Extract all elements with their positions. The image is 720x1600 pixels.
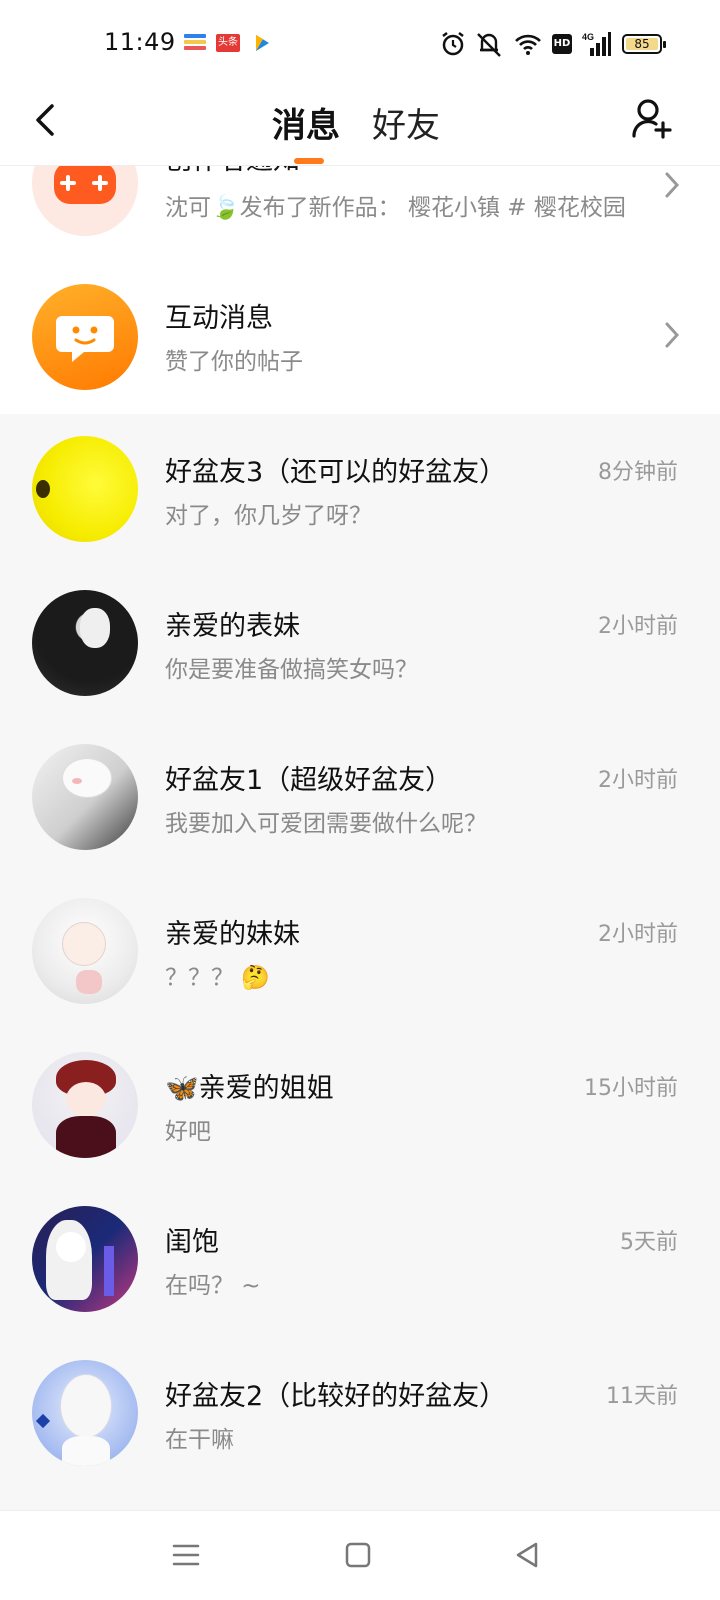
chat-time: 2小时前 — [598, 768, 678, 793]
chat-row[interactable]: 亲爱的妹妹 ？？？ 🤔 2小时前 — [0, 880, 720, 1034]
toutiao-app-icon: 头条 — [216, 34, 240, 52]
avatar — [32, 1052, 138, 1158]
chat-preview: 我要加入可爱团需要做什么呢？ — [165, 811, 487, 837]
chat-preview: 你是要准备做搞笑女吗？ — [165, 657, 418, 683]
top-nav: 消息 好友 — [0, 88, 720, 166]
chat-row[interactable]: 亲爱的表妹 你是要准备做搞笑女吗？ 2小时前 — [0, 572, 720, 726]
chat-time: 5天前 — [620, 1230, 678, 1255]
chat-name: 好盆友3（还可以的好盆友） — [165, 457, 507, 488]
tab-friends[interactable]: 好友 — [372, 98, 440, 147]
add-friend-icon[interactable] — [630, 96, 674, 140]
menu-icon[interactable] — [168, 1537, 204, 1573]
chat-preview: ？？？ 🤔 — [165, 965, 270, 991]
chevron-right-icon — [665, 172, 680, 198]
chat-time: 8分钟前 — [598, 460, 678, 485]
notification-subtitle: 赞了你的帖子 — [165, 349, 303, 375]
chat-name: 🦋亲爱的姐姐 — [165, 1073, 334, 1104]
chat-time: 2小时前 — [598, 922, 678, 947]
chat-row[interactable]: 好盆友3（还可以的好盆友） 对了，你几岁了呀？ 8分钟前 — [0, 418, 720, 572]
wallet-app-icon — [184, 34, 206, 52]
chat-bubble-icon — [56, 316, 114, 362]
hd-icon: HD — [552, 34, 572, 54]
back-chevron-icon[interactable] — [26, 98, 70, 142]
video-app-icon — [256, 35, 269, 51]
notification-subtitle: 沈可🍃发布了新作品： 樱花小镇 # 樱花校园 — [165, 195, 626, 221]
active-tab-indicator — [294, 158, 324, 164]
signal-4g-icon: 4G — [582, 32, 611, 56]
chat-time: 15小时前 — [584, 1076, 678, 1101]
chevron-right-icon — [665, 322, 680, 348]
chat-preview: 好吧 — [165, 1119, 211, 1145]
avatar — [32, 1206, 138, 1312]
chat-preview: 在吗？ ~ — [165, 1273, 261, 1299]
chat-row[interactable]: 闺饱 在吗？ ~ 5天前 — [0, 1188, 720, 1342]
chat-row[interactable]: 🦋亲爱的姐姐 好吧 15小时前 — [0, 1034, 720, 1188]
avatar — [32, 436, 138, 542]
avatar — [32, 1360, 138, 1466]
chat-list: 好盆友3（还可以的好盆友） 对了，你几岁了呀？ 8分钟前 亲爱的表妹 你是要准备… — [0, 414, 720, 1510]
chat-preview: 对了，你几岁了呀？ — [165, 503, 372, 529]
chat-name: 闺饱 — [165, 1227, 219, 1258]
avatar — [32, 590, 138, 696]
avatar — [32, 898, 138, 1004]
chat-time: 11天前 — [606, 1384, 678, 1409]
chat-name: 亲爱的表妹 — [165, 611, 300, 642]
interaction-notification-row[interactable]: 互动消息 赞了你的帖子 — [0, 262, 720, 414]
avatar — [32, 744, 138, 850]
home-square-icon[interactable] — [340, 1537, 376, 1573]
battery-level: 85 — [634, 37, 650, 51]
system-nav-bar — [0, 1510, 720, 1600]
back-triangle-icon[interactable] — [510, 1537, 546, 1573]
chat-name: 亲爱的妹妹 — [165, 919, 300, 950]
notification-title: 互动消息 — [165, 303, 273, 334]
svg-text:4G: 4G — [582, 32, 594, 42]
wifi-icon — [515, 34, 541, 55]
chat-name: 好盆友2（比较好的好盆友） — [165, 1381, 507, 1412]
chat-row[interactable]: 好盆友1（超级好盆友） 我要加入可爱团需要做什么呢？ 2小时前 — [0, 726, 720, 880]
battery-icon: 85 — [622, 34, 666, 54]
chat-name: 好盆友1（超级好盆友） — [165, 765, 453, 796]
alarm-icon — [442, 32, 464, 56]
status-bar: 11:49 头条 HD 4G 85 — [0, 0, 720, 88]
tab-messages[interactable]: 消息 — [272, 98, 340, 147]
interaction-avatar — [32, 284, 138, 390]
chat-row[interactable]: 好盆友2（比较好的好盆友） 在干嘛 11天前 — [0, 1342, 720, 1496]
chat-preview: 在干嘛 — [165, 1427, 234, 1453]
mute-icon — [477, 33, 501, 57]
status-time: 11:49 — [104, 28, 176, 56]
chat-time: 2小时前 — [598, 614, 678, 639]
